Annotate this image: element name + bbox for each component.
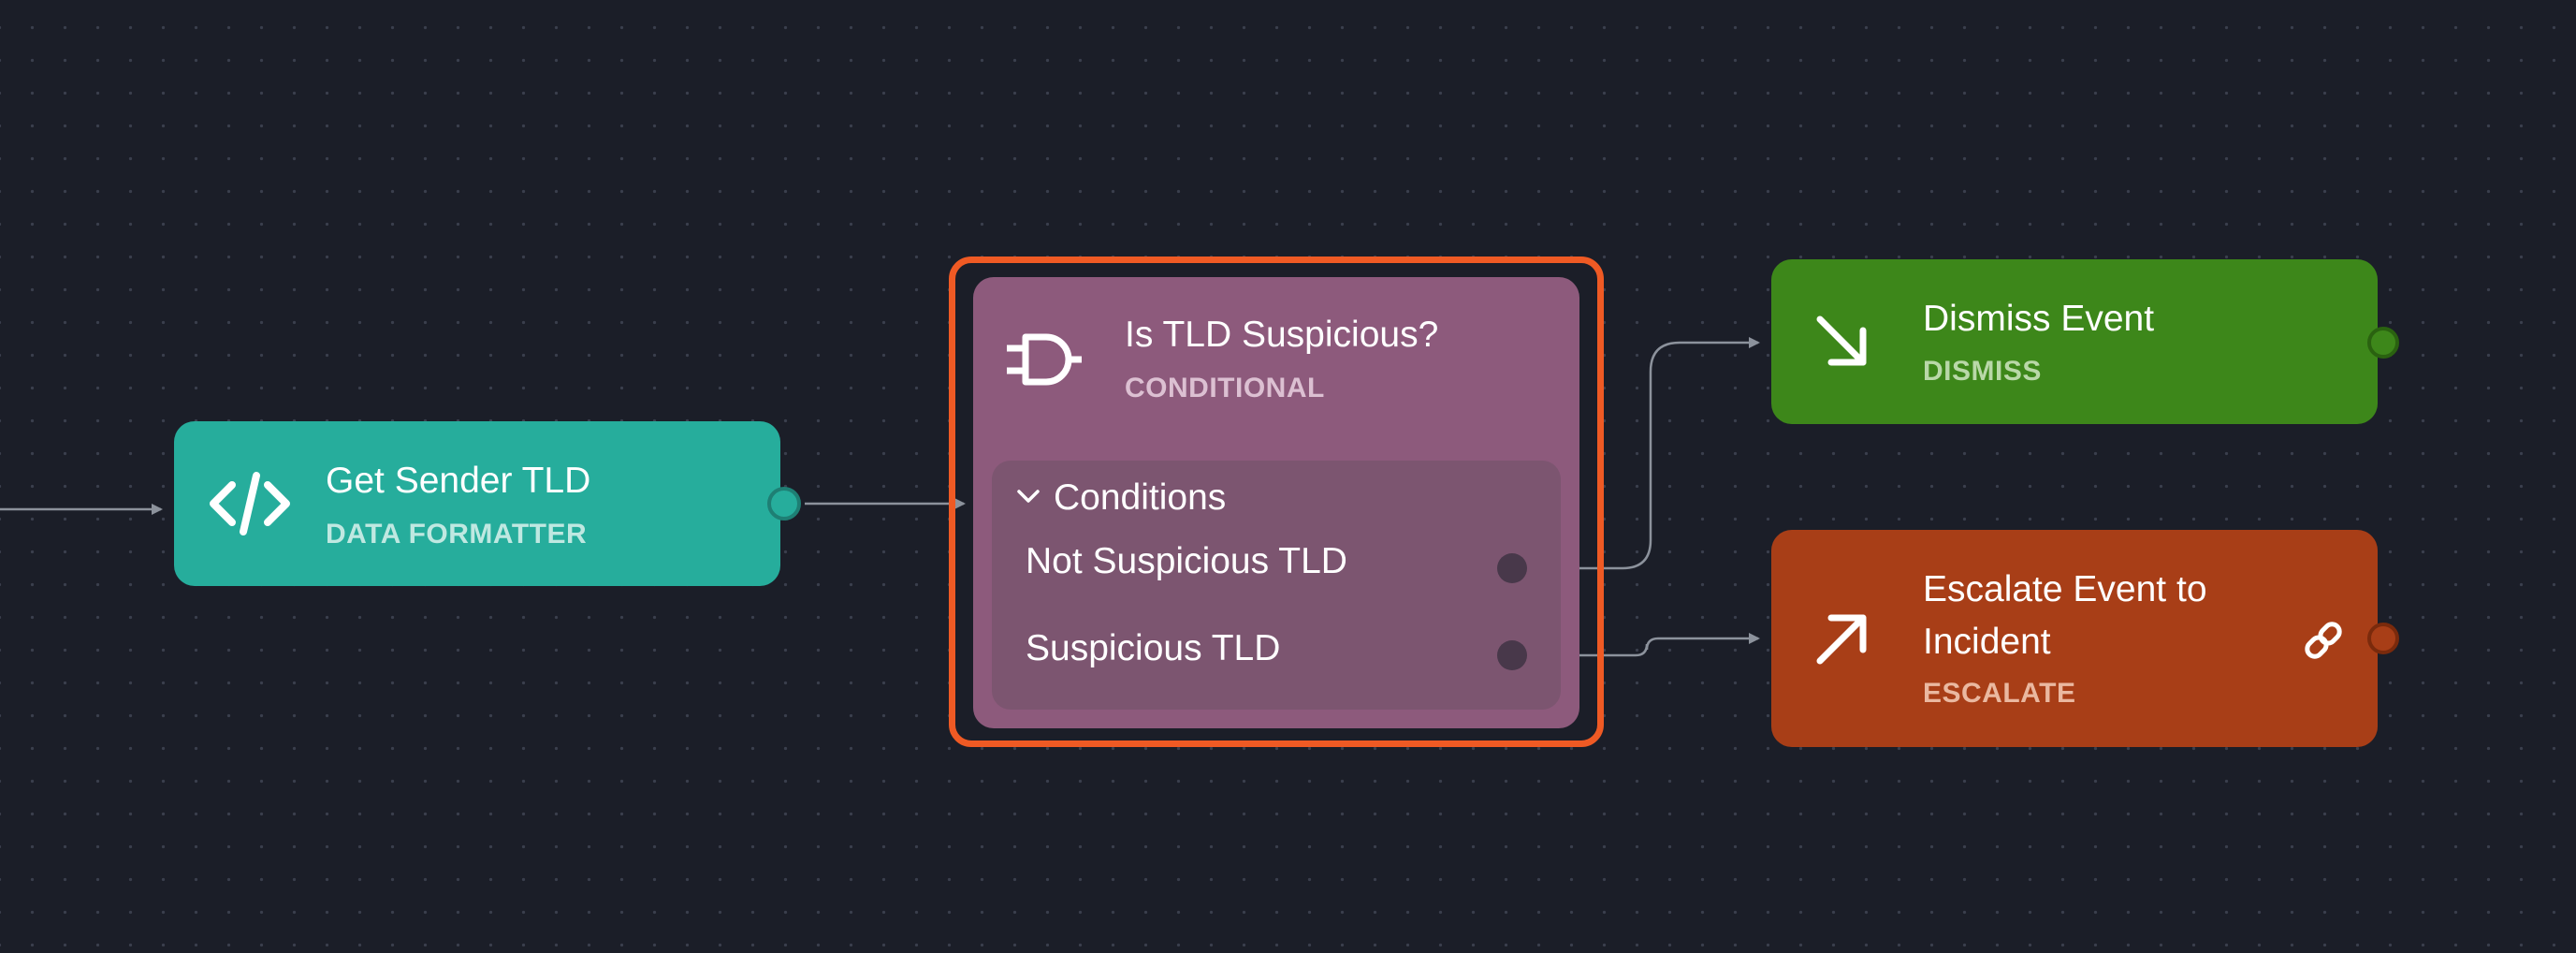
node-type-label: CONDITIONAL xyxy=(1125,373,1325,403)
conditions-toggle[interactable]: Conditions xyxy=(1016,476,1226,520)
arrow-up-right-icon xyxy=(1812,608,1872,668)
node-title-line1: Escalate Event to xyxy=(1923,569,2207,609)
arrow-down-right-icon xyxy=(1812,312,1872,372)
link-icon[interactable] xyxy=(2301,618,2346,663)
node-type-label: ESCALATE xyxy=(1923,678,2076,709)
logic-gate-icon xyxy=(1005,331,1084,388)
output-handle-escalate[interactable] xyxy=(2367,623,2399,654)
node-type-label: DISMISS xyxy=(1923,356,2042,387)
condition-not-suspicious-tld: Not Suspicious TLD xyxy=(1026,541,1347,581)
node-title: Dismiss Event xyxy=(1923,299,2155,339)
node-type-label: DATA FORMATTER xyxy=(326,519,588,550)
output-handle-not-suspicious[interactable] xyxy=(1497,553,1527,583)
condition-suspicious-tld: Suspicious TLD xyxy=(1026,628,1281,668)
node-title: Get Sender TLD xyxy=(326,461,591,501)
workflow-canvas[interactable]: Get Sender TLD DATA FORMATTER Is TLD Sus… xyxy=(0,0,2576,953)
conditions-label: Conditions xyxy=(1054,477,1227,518)
conditions-panel: Conditions Not Suspicious TLD Suspicious… xyxy=(992,461,1561,710)
chevron-down-icon xyxy=(1016,488,1041,509)
node-escalate-event[interactable]: Escalate Event to Incident ESCALATE xyxy=(1771,530,2378,747)
node-dismiss-event[interactable]: Dismiss Event DISMISS xyxy=(1771,259,2378,424)
node-is-tld-suspicious[interactable]: Is TLD Suspicious? CONDITIONAL Condition… xyxy=(973,277,1579,728)
output-handle-get-sender[interactable] xyxy=(767,487,801,520)
output-handle-dismiss[interactable] xyxy=(2367,327,2399,359)
output-handle-suspicious[interactable] xyxy=(1497,640,1527,670)
code-icon xyxy=(208,464,292,543)
node-title-line2: Incident xyxy=(1923,622,2051,662)
node-get-sender-tld[interactable]: Get Sender TLD DATA FORMATTER xyxy=(174,421,780,586)
node-title: Is TLD Suspicious? xyxy=(1125,315,1439,355)
